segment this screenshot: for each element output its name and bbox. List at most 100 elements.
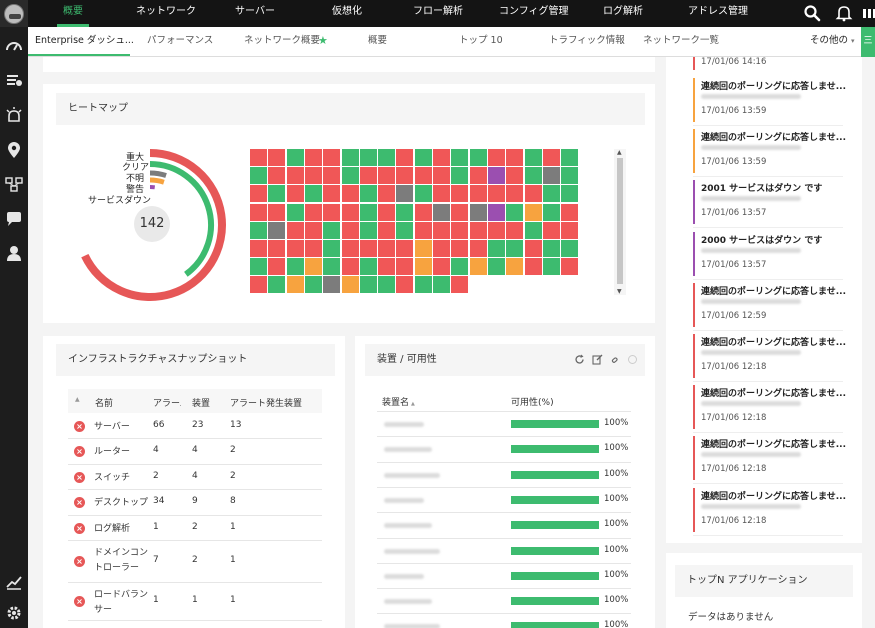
infra-row-name[interactable]: ロードバランサー: [94, 588, 148, 618]
device-name-redacted[interactable]: [384, 573, 424, 579]
nav-tab-flow-analysis[interactable]: フロー解析: [413, 0, 463, 27]
heatmap-cell[interactable]: [506, 149, 524, 166]
heatmap-cell[interactable]: [396, 258, 414, 276]
heatmap-cell[interactable]: [250, 167, 267, 185]
sort-icon[interactable]: ▲: [75, 396, 80, 403]
tab-traffic-info[interactable]: トラフィック情報: [549, 27, 625, 57]
heatmap-cell[interactable]: [341, 149, 359, 166]
heatmap-cell[interactable]: [542, 167, 560, 185]
device-name-redacted[interactable]: [384, 472, 440, 478]
heatmap-cell[interactable]: [542, 203, 560, 221]
heatmap-cell[interactable]: [250, 203, 267, 221]
heatmap-cell[interactable]: [359, 185, 377, 203]
heatmap-cell[interactable]: [268, 258, 286, 276]
heatmap-cell[interactable]: [506, 221, 524, 239]
heatmap-cell[interactable]: [378, 258, 396, 276]
grid-icon[interactable]: [861, 4, 875, 22]
bell-icon[interactable]: [835, 4, 853, 22]
heatmap-cell[interactable]: [396, 221, 414, 239]
heatmap-cell[interactable]: [396, 149, 414, 166]
chat-icon[interactable]: [3, 208, 25, 230]
heatmap-cell[interactable]: [451, 167, 469, 185]
alarm-item[interactable]: 連続回のポーリングに応答しませ... 17/01/06 12:18: [693, 487, 846, 532]
heatmap-cell[interactable]: [524, 221, 542, 239]
menu-toggle-button[interactable]: 三: [861, 27, 875, 57]
heatmap-cell[interactable]: [304, 167, 322, 185]
col-alerted-devices[interactable]: アラート発生装置: [230, 396, 302, 409]
tab-enterprise-dashboard[interactable]: Enterprise ダッシュ...: [35, 27, 134, 57]
heatmap-cell[interactable]: [323, 185, 341, 203]
device-name-redacted[interactable]: [384, 599, 432, 605]
heatmap-cell[interactable]: [433, 276, 450, 294]
heatmap-cell[interactable]: [323, 240, 341, 257]
nav-tab-network[interactable]: ネットワーク: [136, 0, 196, 27]
scroll-up-icon[interactable]: ▲: [617, 149, 622, 156]
heatmap-cell[interactable]: [451, 149, 469, 166]
heatmap-cell[interactable]: [304, 149, 322, 166]
heatmap-cell[interactable]: [487, 258, 505, 276]
heatmap-cell[interactable]: [542, 185, 560, 203]
heatmap-cell[interactable]: [250, 149, 267, 166]
heatmap-cell[interactable]: [378, 167, 396, 185]
heatmap-cell[interactable]: [561, 258, 579, 276]
heatmap-cell[interactable]: [396, 240, 414, 257]
heatmap-cell[interactable]: [414, 167, 432, 185]
heatmap-cell[interactable]: [359, 276, 377, 294]
more-tabs-dropdown[interactable]: その他の ▾: [810, 27, 855, 57]
scroll-down-icon[interactable]: ▼: [617, 288, 622, 295]
heatmap-cell[interactable]: [268, 149, 286, 166]
heatmap-cell[interactable]: [250, 185, 267, 203]
heatmap-cell[interactable]: [341, 258, 359, 276]
heatmap-cell[interactable]: [487, 221, 505, 239]
alarm-icon[interactable]: [3, 104, 25, 126]
heatmap-cell[interactable]: [433, 185, 450, 203]
heatmap-cell[interactable]: [323, 276, 341, 294]
heatmap-cell[interactable]: [323, 167, 341, 185]
heatmap-cell[interactable]: [323, 149, 341, 166]
heatmap-cell[interactable]: [268, 221, 286, 239]
heatmap-cell[interactable]: [524, 203, 542, 221]
map-icon[interactable]: [3, 139, 25, 161]
heatmap-scrollbar[interactable]: ▲ ▼: [614, 149, 626, 295]
infra-row-name[interactable]: ルーター: [94, 445, 148, 460]
alarm-item[interactable]: 連続回のポーリングに応答しませ... 17/01/06 13:59: [693, 78, 846, 122]
user-avatar[interactable]: [0, 0, 28, 27]
heatmap-cell[interactable]: [433, 203, 450, 221]
infra-row-name[interactable]: デスクトップ: [94, 496, 148, 511]
heatmap-cell[interactable]: [250, 221, 267, 239]
heatmap-cell[interactable]: [542, 149, 560, 166]
heatmap-cell[interactable]: [561, 167, 579, 185]
heatmap-cell[interactable]: [414, 203, 432, 221]
heatmap-cell[interactable]: [451, 258, 469, 276]
heatmap-cell[interactable]: [268, 240, 286, 257]
heatmap-cell[interactable]: [469, 258, 487, 276]
refresh-icon[interactable]: [574, 354, 585, 368]
heatmap-cell[interactable]: [286, 185, 304, 203]
heatmap-cell[interactable]: [506, 240, 524, 257]
heatmap-cell[interactable]: [359, 240, 377, 257]
heatmap-cell[interactable]: [396, 185, 414, 203]
user-icon[interactable]: [3, 242, 25, 264]
heatmap-cell[interactable]: [451, 203, 469, 221]
heatmap-cell[interactable]: [561, 240, 579, 257]
nav-tab-config-management[interactable]: コンフィグ管理: [499, 0, 569, 27]
heatmap-cell[interactable]: [341, 276, 359, 294]
heatmap-cell[interactable]: [268, 185, 286, 203]
heatmap-cell[interactable]: [304, 276, 322, 294]
heatmap-cell[interactable]: [524, 167, 542, 185]
col-devices[interactable]: 装置: [192, 396, 210, 409]
tab-network-list[interactable]: ネットワーク一覧: [643, 27, 719, 57]
heatmap-cell[interactable]: [396, 203, 414, 221]
link-icon[interactable]: [610, 354, 621, 368]
heatmap-cell[interactable]: [323, 203, 341, 221]
alarm-item[interactable]: 連続回のポーリングに応答しませ... 17/01/06 12:18: [693, 385, 846, 430]
heatmap-cell[interactable]: [378, 185, 396, 203]
heatmap-cell[interactable]: [414, 240, 432, 257]
network-icon[interactable]: [3, 173, 25, 195]
heatmap-cell[interactable]: [433, 167, 450, 185]
heatmap-cell[interactable]: [487, 167, 505, 185]
heatmap-cell[interactable]: [542, 240, 560, 257]
heatmap-cell[interactable]: [378, 149, 396, 166]
heatmap-cell[interactable]: [414, 149, 432, 166]
heatmap-cell[interactable]: [304, 221, 322, 239]
